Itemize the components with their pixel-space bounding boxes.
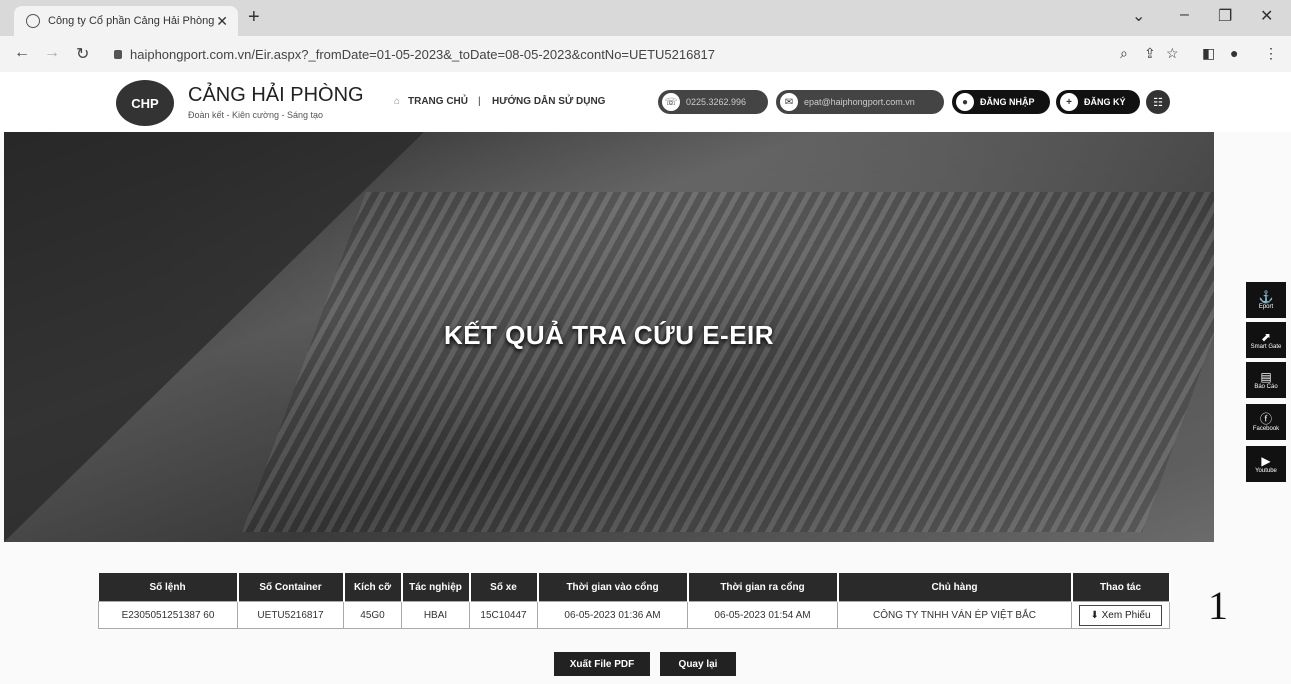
apps-grid-icon[interactable]: ☷	[1146, 90, 1170, 114]
eport-button[interactable]: ⚓ Eport	[1246, 282, 1286, 318]
tab-search-chevron-icon[interactable]: ⌄	[1132, 6, 1145, 26]
report-button[interactable]: ▤ Báo Cáo	[1246, 362, 1286, 398]
zoom-icon[interactable]: ⌕	[1120, 45, 1128, 62]
minimize-icon[interactable]: –	[1180, 6, 1189, 24]
port-logo[interactable]: CHP	[116, 80, 174, 126]
phone-pill[interactable]: ☏ 0225.3262.996	[658, 90, 768, 114]
hero-banner: KẾT QUẢ TRA CỨU E-EIR	[4, 132, 1214, 542]
action-cell: ⬇ Xem Phiếu	[1071, 601, 1170, 629]
youtube-icon: ▶	[1261, 454, 1271, 468]
eport-icon: ⚓	[1258, 290, 1274, 304]
back-icon[interactable]: ←	[14, 44, 30, 62]
column-header: Chủ hàng	[837, 573, 1073, 602]
column-header: Kích cỡ	[343, 573, 403, 602]
hero-title: KẾT QUẢ TRA CỨU E-EIR	[443, 320, 775, 350]
side-panel-icon[interactable]: ◧	[1202, 45, 1215, 62]
browser-tab[interactable]: Công ty Cổ phần Cảng Hải Phòng ✕	[14, 6, 238, 36]
site-header: CHP CẢNG HẢI PHÒNG Đoàn kết - Kiên cường…	[0, 72, 1291, 132]
forward-icon[interactable]: →	[44, 44, 60, 62]
address-bar-row: ← → ↻ haiphongport.com.vn/Eir.aspx?_from…	[0, 36, 1291, 73]
browser-tab-bar: Công ty Cổ phần Cảng Hải Phòng ✕ + ⌄ – ❐…	[0, 0, 1291, 36]
container-yard-image	[242, 192, 1214, 532]
column-header: Số Container	[237, 573, 345, 602]
operation-cell: HBAI	[401, 601, 470, 629]
eir-results-table: Số lệnh Số Container Kích cỡ Tác nghiệp …	[98, 573, 1171, 629]
nav-guide-link[interactable]: HƯỚNG DẪN SỬ DỤNG	[492, 96, 605, 107]
export-pdf-button[interactable]: Xuất File PDF	[554, 652, 650, 676]
report-icon: ▤	[1260, 370, 1272, 384]
brand-slogan: Đoàn kết - Kiên cường - Sáng tạo	[188, 110, 323, 120]
handwritten-annotation: 1	[1208, 583, 1228, 628]
back-button[interactable]: Quay lại	[660, 652, 736, 676]
view-slip-button[interactable]: ⬇ Xem Phiếu	[1079, 604, 1162, 626]
smart-gate-icon: ⬈	[1260, 330, 1272, 344]
share-icon[interactable]: ⇪	[1144, 45, 1156, 62]
close-window-icon[interactable]: ✕	[1260, 6, 1273, 26]
register-button[interactable]: + ĐĂNG KÝ	[1056, 90, 1140, 114]
tab-close-icon[interactable]: ✕	[216, 13, 228, 30]
nav-home-link[interactable]: TRANG CHỦ	[408, 96, 468, 107]
truck-number-cell: 15C10447	[469, 601, 538, 629]
column-header: Thao tác	[1071, 573, 1171, 602]
gate-out-time-cell: 06-05-2023 01:54 AM	[687, 601, 838, 629]
bookmark-star-icon[interactable]: ☆	[1166, 45, 1179, 62]
menu-kebab-icon[interactable]: ⋮	[1264, 45, 1278, 62]
column-header: Tác nghiệp	[401, 573, 471, 602]
email-icon: ✉	[780, 93, 798, 111]
order-number-cell: E2305051251387 60	[98, 601, 238, 629]
add-user-icon: +	[1060, 93, 1078, 111]
facebook-button[interactable]: ⓕ Facebook	[1246, 404, 1286, 440]
gate-in-time-cell: 06-05-2023 01:36 AM	[537, 601, 688, 629]
consignee-cell: CÔNG TY TNHH VÁN ÉP VIỆT BẮC	[837, 601, 1072, 629]
table-row: E2305051251387 60 UETU5216817 45G0 HBAI …	[98, 601, 1170, 629]
brand-name: CẢNG HẢI PHÒNG	[188, 84, 364, 106]
column-header: Thời gian vào cổng	[537, 573, 689, 602]
column-header: Số lệnh	[98, 573, 239, 602]
smart-gate-button[interactable]: ⬈ Smart Gate	[1246, 322, 1286, 358]
phone-icon: ☏	[662, 93, 680, 111]
site-favicon-icon	[26, 14, 40, 28]
reload-icon[interactable]: ↻	[76, 44, 89, 64]
user-icon: ●	[956, 93, 974, 111]
nav-separator: |	[478, 96, 481, 107]
table-header-row: Số lệnh Số Container Kích cỡ Tác nghiệp …	[98, 573, 1171, 602]
column-header: Số xe	[469, 573, 539, 602]
restore-icon[interactable]: ❐	[1218, 6, 1232, 26]
home-icon: ⌂	[394, 96, 401, 107]
download-icon: ⬇	[1090, 609, 1099, 621]
column-header: Thời gian ra cổng	[687, 573, 839, 602]
new-tab-icon[interactable]: +	[248, 6, 260, 29]
size-cell: 45G0	[343, 601, 402, 629]
login-button[interactable]: ● ĐĂNG NHẬP	[952, 90, 1050, 114]
youtube-button[interactable]: ▶ Youtube	[1246, 446, 1286, 482]
container-number-cell: UETU5216817	[237, 601, 344, 629]
tab-title: Công ty Cổ phần Cảng Hải Phòng	[48, 15, 215, 27]
email-pill[interactable]: ✉ epat@haiphongport.com.vn	[776, 90, 944, 114]
url-text: haiphongport.com.vn/Eir.aspx?_fromDate=0…	[130, 46, 716, 62]
profile-icon[interactable]: ●	[1230, 45, 1238, 61]
lock-icon	[114, 49, 122, 59]
url-field[interactable]: haiphongport.com.vn/Eir.aspx?_fromDate=0…	[108, 42, 1108, 66]
facebook-icon: ⓕ	[1259, 412, 1272, 426]
